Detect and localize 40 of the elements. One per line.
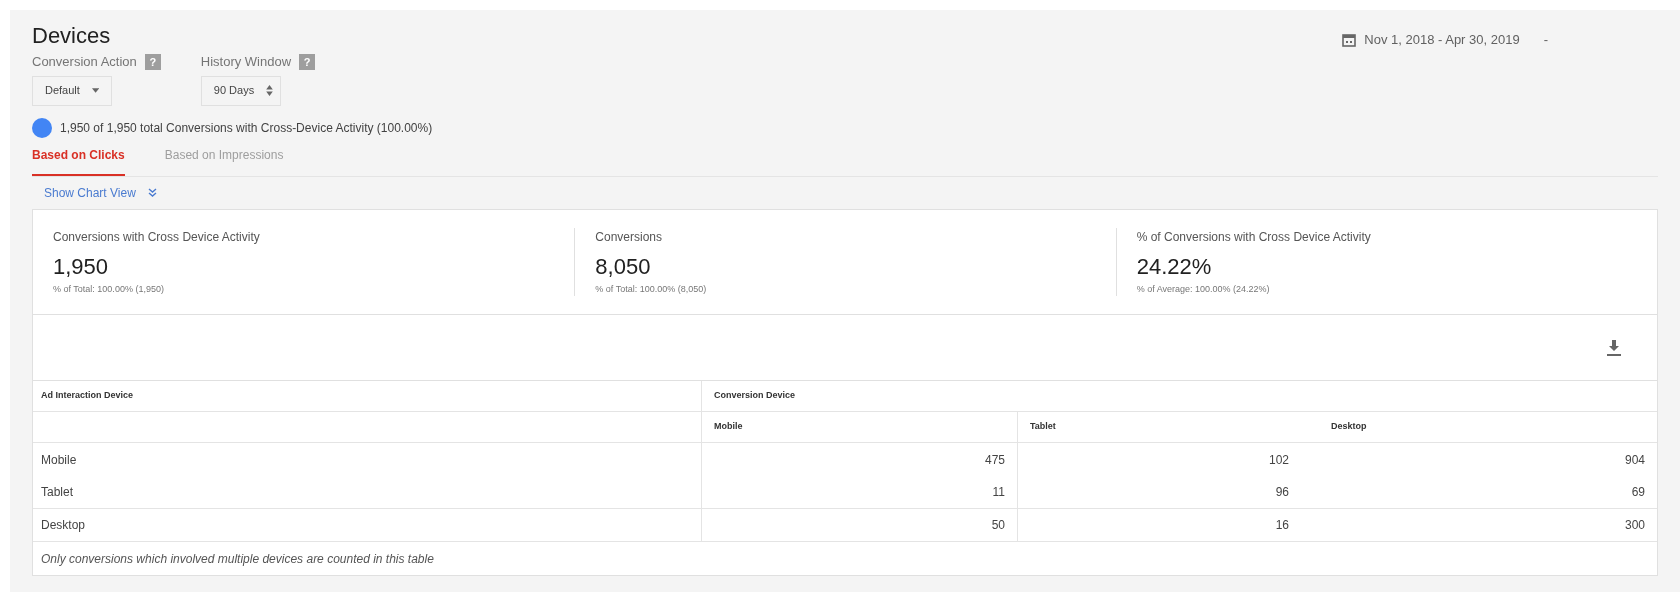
table-cell: 475 <box>701 443 1017 476</box>
stat-label: % of Conversions with Cross Device Activity <box>1136 228 1372 246</box>
help-icon[interactable]: ? <box>299 53 316 70</box>
column-header: Mobile <box>714 420 743 434</box>
column-header: Desktop <box>1331 420 1367 434</box>
table-cell-text: 300 <box>1623 517 1646 534</box>
table-cell: 102 <box>1017 443 1301 476</box>
table-cell-text: Tablet <box>40 484 75 501</box>
column-header: Conversion Device <box>701 381 1657 411</box>
stat-value: 8,050 <box>595 252 652 281</box>
filter-label: Conversion Action <box>32 53 137 71</box>
table-cell: 50 <box>701 509 1017 541</box>
stat-note: % of Total: 100.00% (1,950) <box>53 282 165 296</box>
column-header: Ad Interaction Device <box>40 389 135 403</box>
help-icon[interactable]: ? <box>144 53 161 70</box>
show-chart-view-link[interactable]: Show Chart View <box>44 183 136 202</box>
column-header: Tablet <box>1030 420 1056 434</box>
spinner-field[interactable]: 90 Days <box>200 75 281 106</box>
stat-note: % of Total: 100.00% (8,050) <box>595 282 708 296</box>
table-cell-text: Desktop <box>40 517 87 534</box>
tab[interactable]: Based on Clicks <box>32 143 125 176</box>
table-footnote: Only conversions which involved multiple devices are counted in this table <box>41 550 434 568</box>
stat-value: 1,950 <box>53 252 110 281</box>
dropdown[interactable]: Default <box>32 75 112 106</box>
page-title: Devices <box>32 22 111 50</box>
stat-note: % of Average: 100.00% (24.22%) <box>1136 282 1271 296</box>
summary-text: 1,950 of 1,950 total Conversions with Cross-Device Activity (100.00%) <box>60 119 433 137</box>
table-cell-text: 904 <box>1623 451 1646 469</box>
date-range-caret[interactable]: - <box>1543 30 1548 50</box>
tab[interactable]: Based on Impressions <box>164 143 284 176</box>
table-cell: 16 <box>1017 509 1301 541</box>
table-cell: 96 <box>1017 476 1301 508</box>
table-cell: 11 <box>701 476 1017 508</box>
stat-label: Conversions with Cross Device Activity <box>53 228 261 246</box>
stat-value: 24.22% <box>1136 252 1213 281</box>
filter-label: History Window <box>200 53 292 71</box>
date-range-button[interactable]: Nov 1, 2018 - Apr 30, 2019 <box>1364 30 1520 50</box>
table-cell-text: 69 <box>1630 484 1646 501</box>
table-cell-text: Mobile <box>40 451 78 469</box>
stat-label: Conversions <box>595 228 664 246</box>
